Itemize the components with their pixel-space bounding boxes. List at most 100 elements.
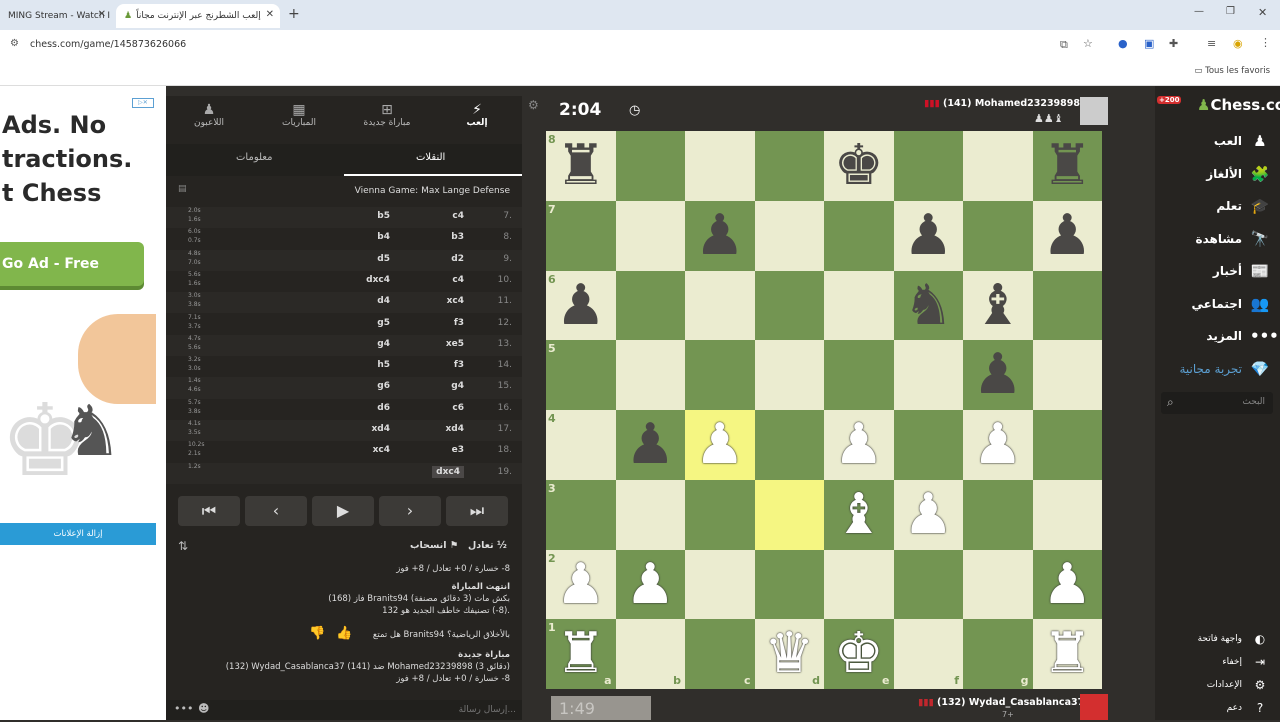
white-move[interactable]: d2: [451, 254, 464, 264]
white-piece[interactable]: ♜: [546, 619, 616, 688]
url-field[interactable]: chess.com/game/145873626066: [30, 39, 186, 50]
bottom-player-name[interactable]: ▮▮▮ (132) Wydad_Casablanca37: [918, 697, 1084, 708]
square[interactable]: 1 a ♜: [546, 619, 616, 689]
square[interactable]: g: [963, 619, 1033, 689]
black-piece[interactable]: ♟: [546, 271, 616, 340]
nav-item[interactable]: تعلم 🎓: [1216, 197, 1270, 215]
black-move[interactable]: xd4: [371, 424, 390, 434]
move-row[interactable]: 17. xd4 xd4 4.1s 3.5s: [166, 420, 522, 442]
nav-item[interactable]: أخبار 📰: [1213, 262, 1270, 280]
browser-tab-chess[interactable]: ♟ إلعب الشطرنج عبر الإنترنت مجاناً ✕: [116, 4, 280, 28]
close-icon[interactable]: ✕: [266, 9, 274, 20]
black-move[interactable]: xc4: [373, 445, 390, 455]
square[interactable]: ♝: [963, 270, 1033, 341]
nav-item[interactable]: العب ♟: [1214, 132, 1270, 150]
square[interactable]: [824, 200, 894, 271]
square[interactable]: [754, 340, 824, 410]
tab-moves[interactable]: النقلات: [416, 152, 445, 163]
move-row[interactable]: 13. xe5 g4 4.7s 5.6s: [166, 334, 522, 357]
square[interactable]: [754, 410, 824, 480]
avatar[interactable]: [1080, 694, 1108, 720]
flip-board-icon[interactable]: ⇅: [178, 539, 188, 553]
square[interactable]: [615, 270, 685, 341]
white-move[interactable]: c6: [452, 403, 464, 413]
nav-item[interactable]: الألغاز 🧩: [1206, 165, 1270, 183]
restore-icon[interactable]: ❐: [1226, 6, 1235, 17]
square[interactable]: ♞: [893, 270, 964, 341]
white-move[interactable]: f3: [454, 318, 464, 328]
square[interactable]: ♜: [1032, 619, 1103, 689]
black-piece[interactable]: ♟: [616, 410, 686, 479]
square[interactable]: ♜: [1032, 131, 1103, 201]
square[interactable]: [754, 549, 824, 620]
white-move[interactable]: b3: [451, 232, 464, 242]
square[interactable]: [893, 131, 963, 201]
square[interactable]: ♟: [824, 410, 894, 480]
square[interactable]: 4: [546, 410, 616, 480]
square[interactable]: [893, 340, 963, 410]
square[interactable]: [963, 131, 1033, 201]
new-tab-icon[interactable]: +: [288, 6, 300, 22]
white-move[interactable]: xd4: [445, 424, 464, 434]
tab-players[interactable]: ♟ اللاعبون: [166, 96, 252, 140]
square[interactable]: [893, 549, 963, 620]
window-close-icon[interactable]: ✕: [1258, 6, 1267, 19]
white-move[interactable]: dxc4: [432, 465, 464, 478]
move-row[interactable]: 9. d2 d5 4.8s 7.0s: [166, 249, 522, 271]
black-piece[interactable]: ♞: [894, 271, 964, 340]
black-move[interactable]: dxc4: [366, 275, 390, 285]
more-icon[interactable]: •••: [174, 702, 193, 715]
square[interactable]: ♟: [963, 410, 1033, 480]
white-piece[interactable]: ♟: [685, 410, 755, 479]
square[interactable]: [685, 549, 755, 620]
nav-bottom-item[interactable]: واجهة فاتحة ◐: [1198, 632, 1270, 646]
white-move[interactable]: c4: [452, 275, 464, 285]
nav-item[interactable]: المزيد •••: [1206, 327, 1278, 345]
white-piece[interactable]: ♚: [824, 619, 894, 688]
white-piece[interactable]: ♟: [824, 410, 894, 479]
black-piece[interactable]: ♜: [1033, 131, 1103, 200]
square[interactable]: [1032, 410, 1102, 480]
square[interactable]: ♝: [824, 479, 894, 550]
square[interactable]: [1032, 270, 1102, 341]
draw-button[interactable]: تعادل ½: [468, 540, 507, 551]
white-move[interactable]: c4: [452, 211, 464, 221]
square[interactable]: ♟: [615, 410, 686, 480]
nav-item[interactable]: اجتماعي 👥: [1191, 295, 1270, 313]
thumbs-down-icon[interactable]: 👎: [309, 626, 325, 641]
square[interactable]: e ♚: [824, 619, 894, 689]
white-piece[interactable]: ♛: [755, 619, 825, 688]
square[interactable]: d ♛: [754, 619, 825, 689]
black-piece[interactable]: ♜: [546, 131, 616, 200]
nav-bottom-item[interactable]: الإعدادات ⚙: [1207, 678, 1270, 692]
square[interactable]: [615, 131, 685, 201]
move-row[interactable]: 15. g4 g6 1.4s 4.6s: [166, 377, 522, 399]
white-move[interactable]: xe5: [446, 339, 464, 349]
extension-icon[interactable]: ●: [1118, 37, 1128, 50]
black-move[interactable]: b5: [377, 211, 390, 221]
minimize-icon[interactable]: —: [1194, 6, 1204, 17]
square[interactable]: [685, 479, 755, 550]
white-piece[interactable]: ♜: [1033, 619, 1103, 688]
first-move-button[interactable]: ⏮: [178, 496, 240, 526]
chat-input[interactable]: [316, 702, 516, 718]
ad-choices-icon[interactable]: ▷✕: [132, 98, 154, 108]
square[interactable]: [754, 200, 824, 271]
move-row[interactable]: 10. c4 dxc4 5.6s 1.6s: [166, 271, 522, 292]
black-move[interactable]: d6: [377, 403, 390, 413]
square[interactable]: [963, 479, 1033, 550]
chess-board[interactable]: 8 ♜ ♚ ♜ 7 ♟ ♟ ♟ 6 ♟ ♞ ♝ 5 ♟ 4 ♟ ♟ ♟ ♟ 3 ♝ ♟ 2 ♟ ♟ ♟ 1 a ♜ b c d ♛ e ♚ f g ♜: [546, 131, 1102, 689]
square[interactable]: [893, 410, 963, 480]
square[interactable]: [615, 340, 685, 410]
black-piece[interactable]: ♟: [685, 201, 755, 270]
move-row[interactable]: 16. c6 d6 5.7s 3.8s: [166, 399, 522, 420]
search-box[interactable]: ⌕ البحث: [1161, 392, 1273, 414]
move-row[interactable]: 12. f3 g5 7.1s 3.7s: [166, 314, 522, 335]
site-info-icon[interactable]: ⚙: [10, 38, 19, 49]
tab-new-game[interactable]: ⊞ مباراة جديدة: [344, 96, 430, 140]
black-move[interactable]: b4: [377, 232, 390, 242]
square[interactable]: 8 ♜: [546, 131, 616, 201]
next-move-button[interactable]: ›: [379, 496, 441, 526]
square[interactable]: ♟: [893, 200, 963, 271]
black-piece[interactable]: ♟: [963, 340, 1033, 409]
